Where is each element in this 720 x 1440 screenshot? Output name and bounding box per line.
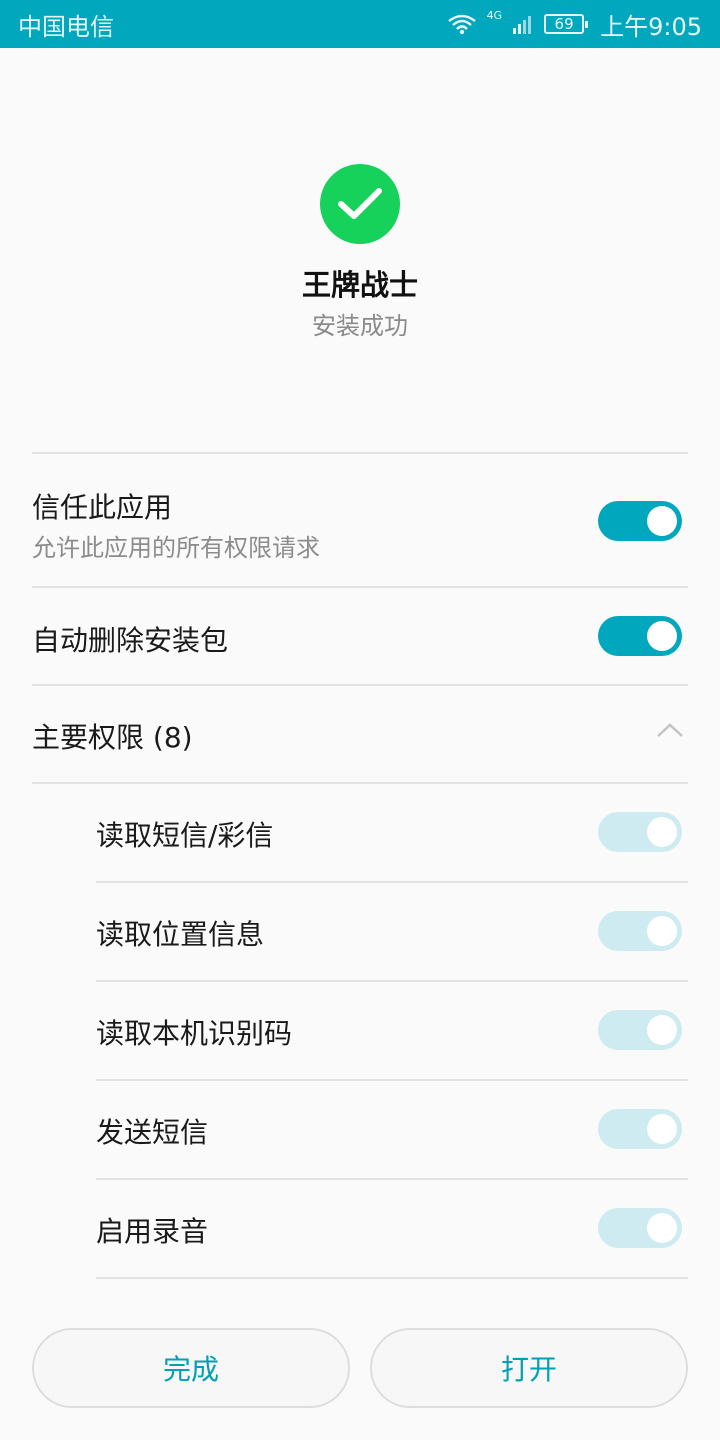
- done-button[interactable]: 完成: [32, 1328, 350, 1408]
- divider: [96, 1178, 688, 1180]
- toggle-knob: [647, 817, 677, 847]
- divider: [32, 684, 688, 686]
- clock: 上午9:05: [600, 12, 702, 41]
- toggle-knob: [647, 1114, 677, 1144]
- success-check-icon: [320, 164, 400, 244]
- toggle-knob: [647, 1213, 677, 1243]
- divider: [96, 1277, 688, 1279]
- toggle-knob: [647, 916, 677, 946]
- auto-delete-title: 自动删除安装包: [32, 624, 229, 657]
- permission-toggle[interactable]: [598, 1208, 682, 1248]
- wifi-icon: [447, 14, 476, 35]
- app-name: 王牌战士: [301, 268, 418, 302]
- network-type-label: 4G: [486, 8, 503, 22]
- permissions-header-title: 主要权限 (8): [32, 721, 193, 754]
- permission-toggle[interactable]: [598, 812, 682, 852]
- trust-app-toggle[interactable]: [598, 501, 682, 541]
- chevron-up-icon[interactable]: [656, 722, 684, 738]
- open-button[interactable]: 打开: [370, 1328, 688, 1408]
- status-bar: 中国电信 4G 69 上午9:05: [0, 0, 720, 48]
- trust-app-title: 信任此应用: [32, 491, 173, 524]
- install-status-text: 安装成功: [312, 312, 408, 340]
- divider: [32, 586, 688, 588]
- divider: [96, 1079, 688, 1081]
- toggle-knob: [647, 1015, 677, 1045]
- permission-toggle[interactable]: [598, 911, 682, 951]
- permission-label: 读取短信/彩信: [96, 819, 274, 852]
- battery-icon: 69: [544, 14, 589, 34]
- permission-label: 发送短信: [96, 1116, 209, 1149]
- permission-toggle[interactable]: [598, 1010, 682, 1050]
- divider: [32, 782, 688, 784]
- status-indicators: 4G 69 上午9:05: [447, 7, 702, 42]
- battery-level: 69: [554, 14, 574, 33]
- trust-app-subtitle: 允许此应用的所有权限请求: [32, 534, 320, 562]
- permission-label: 读取本机识别码: [96, 1017, 293, 1050]
- auto-delete-toggle[interactable]: [598, 616, 682, 656]
- permission-label: 启用录音: [96, 1215, 209, 1248]
- divider: [96, 980, 688, 982]
- divider: [96, 881, 688, 883]
- signal-icon: [513, 16, 532, 34]
- permission-toggle[interactable]: [598, 1109, 682, 1149]
- toggle-knob: [647, 506, 677, 536]
- toggle-knob: [647, 621, 677, 651]
- divider: [32, 452, 688, 454]
- permission-label: 读取位置信息: [96, 918, 265, 951]
- carrier-label: 中国电信: [18, 12, 114, 41]
